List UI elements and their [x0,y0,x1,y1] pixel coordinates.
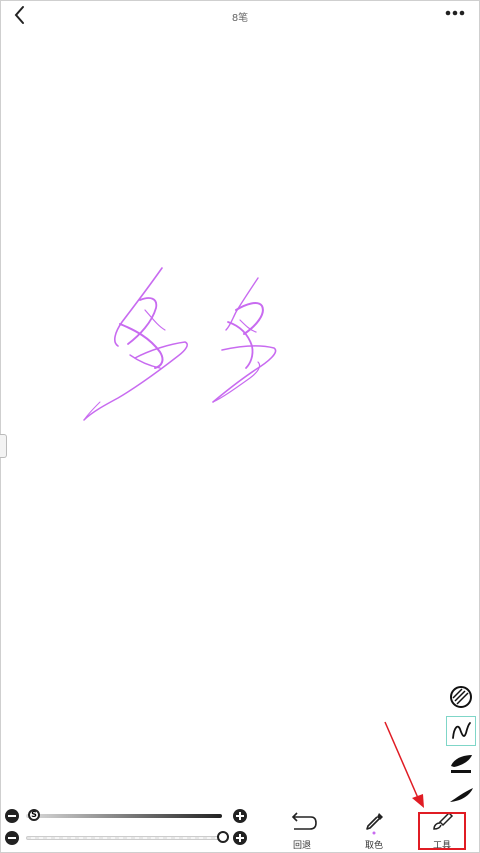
ellipsis-icon [445,10,465,16]
size-decrease-button[interactable] [5,809,19,823]
page-title: 8笔 [231,13,249,24]
opacity-increase-button[interactable] [233,831,247,845]
opacity-slider-track[interactable] [26,836,222,840]
calligraphy-tip-icon [450,788,473,802]
calligraphy-tool[interactable] [446,780,476,810]
top-bar: 8笔 [0,0,480,30]
annotation-arrow [384,721,424,808]
opacity-slider-row [0,830,260,848]
brush-tip-icon [451,755,472,773]
tools-highlight-box [418,812,466,850]
undo-icon [291,812,317,830]
color-picker-label: 取色 [364,841,383,851]
opacity-decrease-button[interactable] [5,831,19,845]
size-increase-button[interactable] [233,809,247,823]
pen-curve-icon [452,722,471,739]
size-slider-thumb[interactable]: S [28,809,40,821]
drawing-canvas[interactable] [0,30,480,790]
eraser-tool[interactable] [446,682,476,712]
more-button[interactable] [444,5,466,21]
opacity-slider-thumb[interactable] [217,831,229,843]
color-picker-button[interactable]: 取色 [354,810,394,852]
side-panel-handle[interactable] [0,434,7,458]
eyedropper-icon [366,813,383,835]
undo-label: 回退 [292,841,311,851]
size-slider-track[interactable] [26,814,222,818]
handwriting-strokes [83,267,277,421]
pen-tool-selected[interactable] [446,716,476,746]
eraser-hatch-icon [450,686,472,708]
brush-tool[interactable] [446,748,476,778]
size-slider-row: S [0,808,260,826]
undo-button[interactable]: 回退 [282,810,322,852]
